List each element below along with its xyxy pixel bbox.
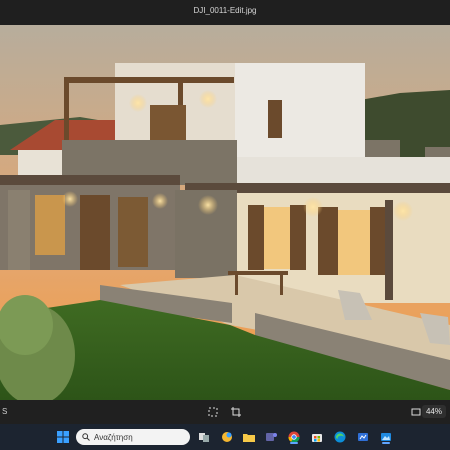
store-icon[interactable] [309, 429, 325, 445]
widgets-icon[interactable] [219, 429, 235, 445]
crop-icon[interactable] [228, 404, 244, 420]
title-bar: DJI_0011-Edit.jpg [0, 0, 450, 25]
taskbar: Αναζήτηση [0, 424, 450, 450]
toolbar-left-label: S [2, 407, 8, 416]
app-icon[interactable] [355, 429, 371, 445]
edge-icon[interactable] [332, 429, 348, 445]
search-icon [82, 433, 90, 441]
active-indicator [382, 442, 390, 444]
file-explorer-icon[interactable] [241, 429, 257, 445]
chrome-icon[interactable] [286, 429, 302, 445]
photos-icon[interactable] [378, 429, 394, 445]
photo-toolbar: S 44% [0, 400, 450, 424]
photo-canvas[interactable] [0, 25, 450, 400]
zoom-level[interactable]: 44% [421, 405, 446, 418]
villa-photo [0, 25, 450, 400]
taskbar-search[interactable]: Αναζήτηση [76, 429, 190, 445]
active-indicator [290, 442, 298, 444]
search-placeholder: Αναζήτηση [94, 432, 133, 442]
task-view-icon[interactable] [196, 429, 212, 445]
teams-icon[interactable] [263, 429, 279, 445]
start-icon[interactable] [55, 429, 71, 445]
window-title: DJI_0011-Edit.jpg [193, 6, 257, 15]
fit-icon[interactable] [205, 404, 221, 420]
